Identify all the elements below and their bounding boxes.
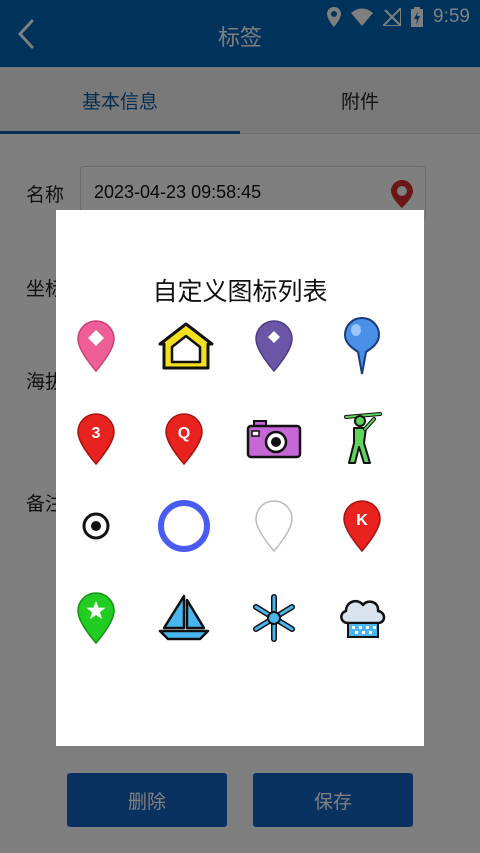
svg-text:Q: Q bbox=[178, 425, 190, 442]
icon-picker-dialog: 自定义图标列表 3 Q K bbox=[56, 210, 424, 746]
snowflake-icon[interactable] bbox=[234, 578, 314, 658]
target-dot-icon[interactable] bbox=[56, 486, 136, 566]
golfer-icon[interactable] bbox=[322, 399, 402, 479]
red-letter-k-pin-icon[interactable]: K bbox=[322, 486, 402, 566]
sailboat-icon[interactable] bbox=[144, 578, 224, 658]
pink-diamond-pin-icon[interactable] bbox=[56, 306, 136, 386]
camera-icon[interactable] bbox=[234, 399, 314, 479]
green-star-pin-icon[interactable] bbox=[56, 578, 136, 658]
red-letter-q-pin-icon[interactable]: Q bbox=[144, 399, 224, 479]
white-pin-icon[interactable] bbox=[234, 486, 314, 566]
red-number-3-pin-icon[interactable]: 3 bbox=[56, 399, 136, 479]
purple-diamond-pin-icon[interactable] bbox=[234, 306, 314, 386]
svg-text:3: 3 bbox=[92, 425, 101, 442]
dialog-title: 自定义图标列表 bbox=[152, 277, 328, 306]
yellow-house-icon[interactable] bbox=[146, 306, 226, 386]
blue-ring-icon[interactable] bbox=[144, 486, 224, 566]
svg-text:K: K bbox=[356, 512, 368, 529]
snow-cloud-icon[interactable] bbox=[322, 578, 402, 658]
blue-push-pin-icon[interactable] bbox=[322, 306, 402, 386]
